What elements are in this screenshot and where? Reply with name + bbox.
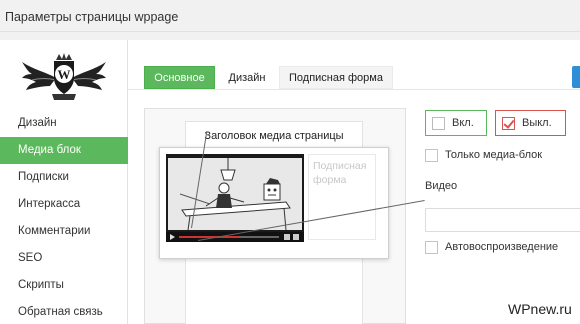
top-bar: Параметры страницы wppage xyxy=(0,0,580,32)
tabs-bar: Основное Дизайн Подписная форма xyxy=(128,56,580,90)
media-on-toggle[interactable]: Вкл. xyxy=(425,110,487,136)
video-field-label: Видео xyxy=(425,180,458,192)
svg-text:W: W xyxy=(58,67,71,82)
tab-subscribe-form[interactable]: Подписная форма xyxy=(279,66,393,89)
blue-action-button[interactable] xyxy=(572,66,580,88)
layout-preview: Заголовок медиа страницы Подписная форма xyxy=(144,108,406,324)
autoplay-label: Автовоспроизведение xyxy=(445,241,559,253)
preview-page-title: Заголовок медиа страницы xyxy=(185,121,363,149)
media-off-checkbox[interactable] xyxy=(502,117,515,130)
subscribe-placeholder-line2: форма xyxy=(313,174,347,186)
sidebar-item-seo[interactable]: SEO xyxy=(0,245,127,272)
video-thumbnail xyxy=(166,154,304,242)
video-url-input[interactable] xyxy=(425,208,580,232)
site-watermark: WPnew.ru xyxy=(508,301,572,317)
autoplay-checkbox[interactable] xyxy=(425,241,438,254)
subscribe-placeholder-line1: Подписная xyxy=(313,160,367,172)
page-title: Параметры страницы wppage xyxy=(5,10,179,24)
sidebar-nav: Дизайн Медиа блок Подписки Интеркасса Ко… xyxy=(0,110,137,324)
media-off-toggle[interactable]: Выкл. xyxy=(495,110,566,136)
subscribe-form-placeholder: Подписная форма xyxy=(308,154,376,240)
media-off-label: Выкл. xyxy=(522,117,552,129)
video-frame-illustration xyxy=(166,154,304,242)
tab-main[interactable]: Основное xyxy=(144,66,215,89)
media-block-preview: Подписная форма xyxy=(159,147,389,259)
wordpress-winged-logo: W xyxy=(22,53,106,100)
sidebar-item-feedback[interactable]: Обратная связь xyxy=(0,299,127,324)
sidebar: W Дизайн Медиа блок Подписки Интеркасса … xyxy=(0,40,137,324)
sidebar-item-design[interactable]: Дизайн xyxy=(0,110,127,137)
sidebar-item-scripts[interactable]: Скрипты xyxy=(0,272,127,299)
media-on-label: Вкл. xyxy=(452,117,474,129)
autoplay-option[interactable]: Автовоспроизведение xyxy=(425,240,580,256)
media-only-checkbox[interactable] xyxy=(425,149,438,162)
sidebar-item-interkassa[interactable]: Интеркасса xyxy=(0,191,127,218)
media-only-label: Только медиа-блок xyxy=(445,149,543,161)
media-on-checkbox[interactable] xyxy=(432,117,445,130)
sidebar-item-subscriptions[interactable]: Подписки xyxy=(0,164,127,191)
sidebar-item-media-block[interactable]: Медиа блок xyxy=(0,137,137,164)
sidebar-item-comments[interactable]: Комментарии xyxy=(0,218,127,245)
main-panel: Основное Дизайн Подписная форма Заголово… xyxy=(128,40,580,324)
tab-design[interactable]: Дизайн xyxy=(223,66,271,89)
media-only-option[interactable]: Только медиа-блок xyxy=(425,148,575,164)
